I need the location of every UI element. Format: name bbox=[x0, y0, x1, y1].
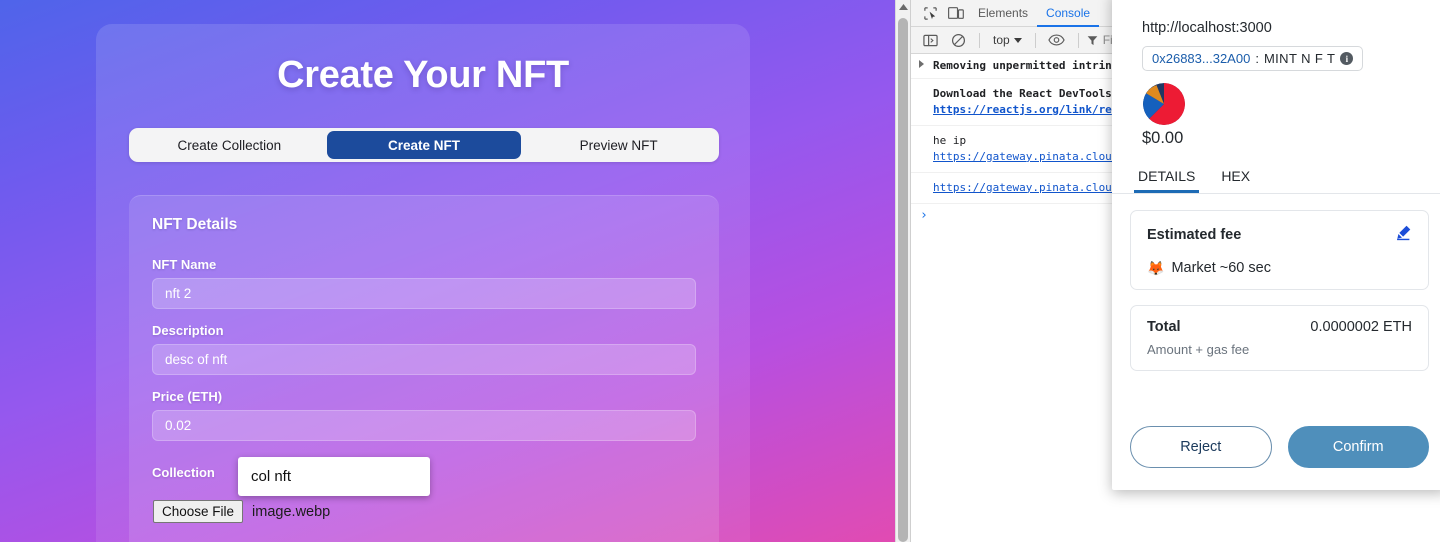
screen-root: Create Your NFT Create Collection Create… bbox=[0, 0, 1440, 542]
contract-method-pill[interactable]: 0x26883...32A00 : MINT N F T i bbox=[1142, 46, 1364, 71]
metamask-tab-hex[interactable]: HEX bbox=[1217, 164, 1254, 193]
console-message-link[interactable]: https://reactjs.org/link/re bbox=[933, 103, 1112, 116]
input-description[interactable] bbox=[152, 344, 696, 375]
execution-context-selector[interactable]: top bbox=[988, 33, 1027, 47]
gas-speed-row: 🦊 Market ~60 sec bbox=[1147, 260, 1412, 276]
total-row: Total 0.0000002 ETH bbox=[1147, 319, 1412, 335]
toolbar-divider-2 bbox=[1034, 32, 1036, 48]
section-heading-nft-details: NFT Details bbox=[152, 216, 238, 233]
tab-create-collection[interactable]: Create Collection bbox=[132, 131, 327, 159]
fox-icon: 🦊 bbox=[1147, 260, 1165, 276]
input-nft-name[interactable] bbox=[152, 278, 696, 309]
estimated-fee-label: Estimated fee bbox=[1147, 227, 1242, 243]
total-box: Total 0.0000002 ETH Amount + gas fee bbox=[1130, 305, 1429, 371]
dapp-origin-url: http://localhost:3000 bbox=[1142, 20, 1272, 36]
filter-icon bbox=[1087, 35, 1098, 45]
label-collection: Collection bbox=[152, 465, 215, 480]
field-file-upload: Choose File image.webp bbox=[153, 500, 330, 523]
metamask-tab-details[interactable]: DETAILS bbox=[1134, 164, 1199, 193]
contract-method-name: MINT N F T bbox=[1263, 51, 1336, 66]
reject-button[interactable]: Reject bbox=[1130, 426, 1272, 468]
selected-file-name: image.webp bbox=[252, 503, 331, 520]
estimated-fee-box: Estimated fee 🦊 Market ~60 sec bbox=[1130, 210, 1429, 290]
contract-address: 0x26883...32A00 bbox=[1152, 51, 1251, 66]
toggle-sidebar-icon[interactable] bbox=[917, 28, 943, 52]
label-description: Description bbox=[152, 323, 224, 338]
console-message-link[interactable]: https://gateway.pinata.cloud bbox=[933, 181, 1118, 194]
devtools-tab-elements[interactable]: Elements bbox=[969, 0, 1037, 27]
metamask-details-content: Estimated fee 🦊 Market ~60 sec Total 0.0… bbox=[1112, 194, 1440, 426]
page-scrollbar-thumb[interactable] bbox=[898, 18, 908, 542]
nft-creator-card: Create Your NFT Create Collection Create… bbox=[96, 24, 750, 542]
label-nft-name: NFT Name bbox=[152, 257, 217, 272]
chevron-down-icon bbox=[1013, 37, 1022, 43]
total-value: 0.0000002 ETH bbox=[1310, 319, 1412, 335]
pill-separator: : bbox=[1255, 51, 1259, 66]
toolbar-divider-3 bbox=[1077, 32, 1079, 48]
inspect-element-icon[interactable] bbox=[917, 1, 943, 25]
label-price: Price (ETH) bbox=[152, 389, 223, 404]
estimated-fee-header: Estimated fee bbox=[1147, 224, 1412, 246]
page-title: Create Your NFT bbox=[277, 54, 569, 96]
scroll-up-arrow-icon[interactable] bbox=[896, 0, 910, 15]
field-collection: Collection col nft bbox=[152, 457, 430, 496]
collection-selected-option: col nft bbox=[251, 468, 292, 485]
live-expression-eye-icon[interactable] bbox=[1044, 28, 1070, 52]
tab-create-nft[interactable]: Create NFT bbox=[326, 131, 522, 159]
nft-details-panel: NFT Details NFT Name Description Price (… bbox=[129, 195, 719, 542]
info-icon[interactable]: i bbox=[1340, 52, 1354, 65]
metamask-actions: Reject Confirm bbox=[1112, 426, 1440, 490]
transaction-amount: $0.00 bbox=[1142, 129, 1184, 147]
prompt-chevron-icon: › bbox=[920, 207, 928, 223]
console-message-text: Removing unpermitted intrin bbox=[933, 59, 1112, 72]
devtools-tab-console[interactable]: Console bbox=[1037, 0, 1099, 27]
clear-console-icon[interactable] bbox=[945, 28, 971, 52]
tab-preview-nft[interactable]: Preview NFT bbox=[521, 131, 716, 159]
page-scrollbar[interactable] bbox=[895, 0, 910, 542]
console-message-link[interactable]: https://gateway.pinata.cloud bbox=[933, 150, 1118, 163]
field-price: Price (ETH) bbox=[152, 389, 696, 441]
confirm-button[interactable]: Confirm bbox=[1287, 426, 1429, 468]
gas-speed-label: Market ~60 sec bbox=[1171, 260, 1271, 276]
total-label: Total bbox=[1147, 319, 1181, 335]
account-identicon bbox=[1143, 83, 1185, 125]
field-description: Description bbox=[152, 323, 696, 375]
total-sub-label: Amount + gas fee bbox=[1147, 342, 1250, 357]
tab-switcher: Create Collection Create NFT Preview NFT bbox=[129, 128, 719, 162]
expand-triangle-icon[interactable] bbox=[919, 60, 924, 68]
choose-file-button[interactable]: Choose File bbox=[153, 500, 244, 523]
console-message-text: Download the React DevTools bbox=[933, 86, 1112, 100]
metamask-confirmation-popup: http://localhost:3000 0x26883...32A00 : … bbox=[1112, 0, 1440, 490]
edit-pencil-icon[interactable] bbox=[1395, 224, 1412, 246]
metamask-tabs: DETAILS HEX bbox=[1112, 164, 1440, 194]
console-message-text: he ip bbox=[933, 133, 967, 147]
field-nft-name: NFT Name bbox=[152, 257, 696, 309]
collection-select-dropdown[interactable]: col nft bbox=[238, 457, 430, 496]
toolbar-divider bbox=[979, 32, 980, 48]
execution-context-label: top bbox=[993, 33, 1010, 47]
web-page-viewport: Create Your NFT Create Collection Create… bbox=[0, 0, 895, 542]
device-toolbar-icon[interactable] bbox=[943, 1, 969, 25]
input-price[interactable] bbox=[152, 410, 696, 441]
